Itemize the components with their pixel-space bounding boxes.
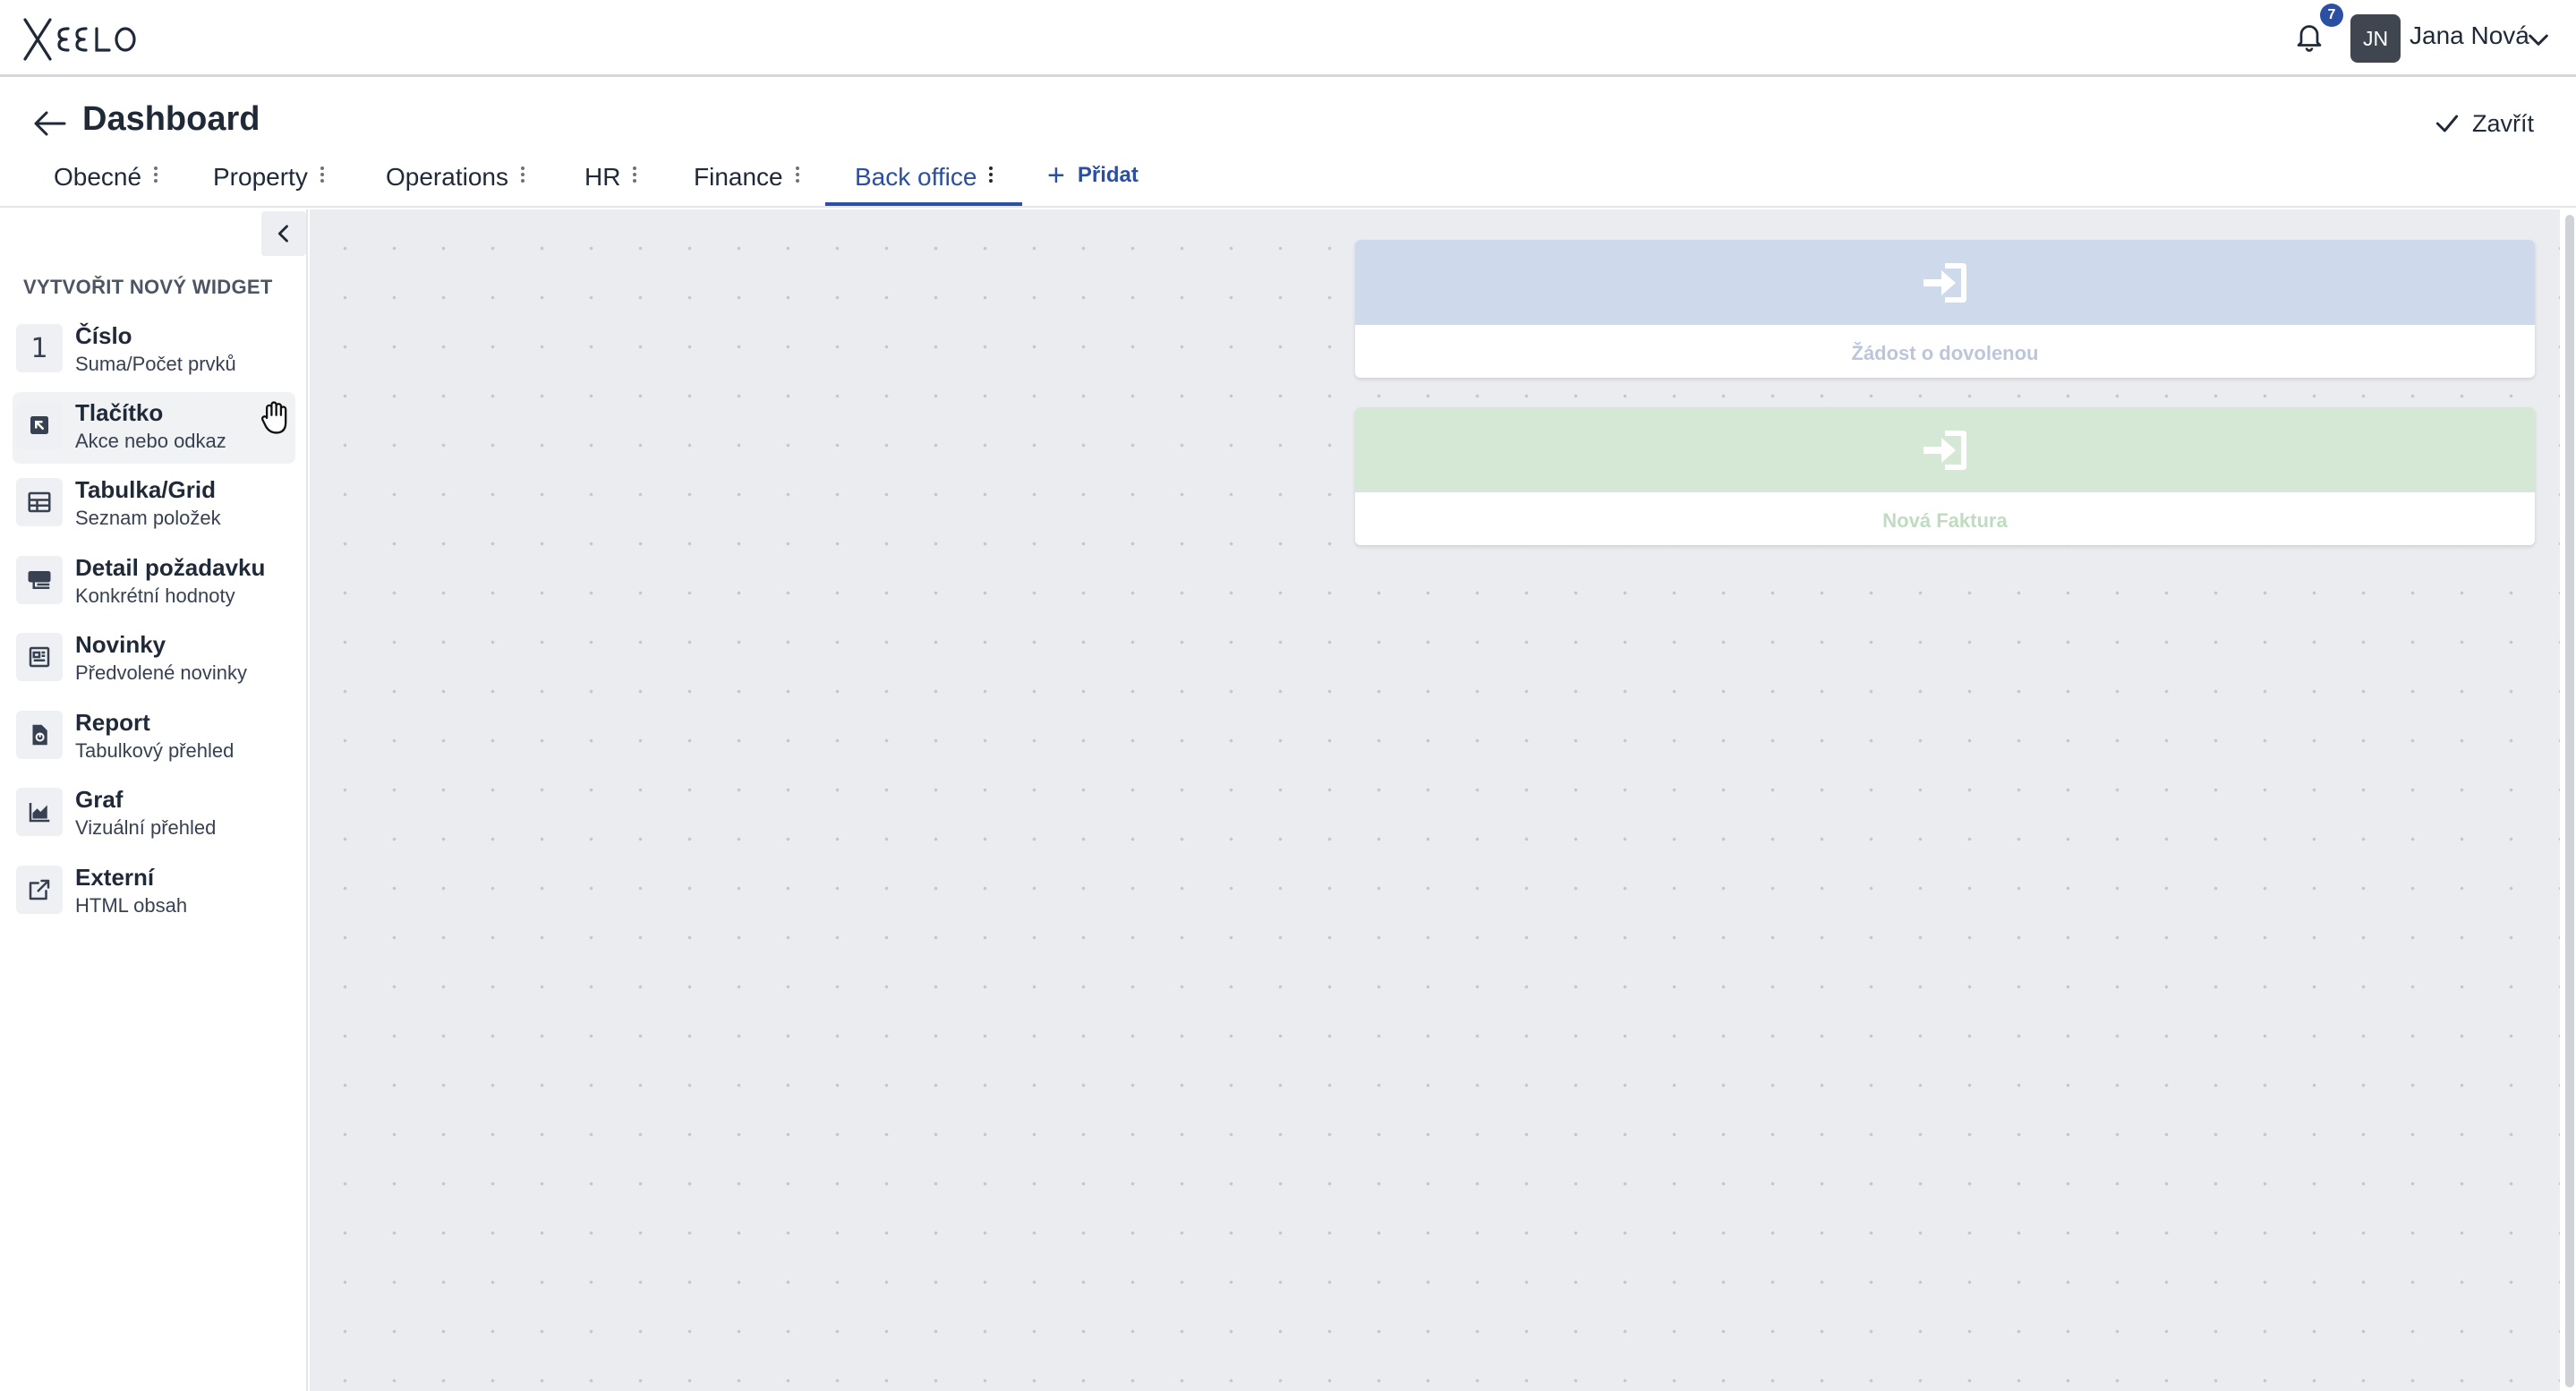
more-vertical-icon[interactable] [320, 163, 328, 186]
dashboard-tabs: Obecné Property Operations HR Finance Ba… [0, 158, 2576, 208]
widget-type-number[interactable]: 1 Číslo Suma/Počet prvků [13, 315, 295, 387]
button-widget-new-invoice[interactable]: Nová Faktura [1355, 407, 2535, 545]
widget-type-subtitle: Konkrétní hodnoty [75, 585, 235, 607]
widget-caption: Nová Faktura [1882, 509, 2008, 532]
button-widget-leave-request[interactable]: Žádost o dovolenou [1355, 240, 2535, 378]
check-icon [2435, 115, 2459, 132]
tab-label: Operations [386, 163, 508, 191]
back-arrow-icon[interactable] [32, 107, 68, 140]
login-arrow-icon [1923, 262, 1966, 303]
login-arrow-icon [1923, 430, 1966, 470]
tab-label: Property [213, 163, 308, 191]
widget-type-name: Externí [75, 864, 155, 891]
widget-type-name: Tlačítko [75, 399, 164, 426]
number-one-icon: 1 [16, 324, 63, 372]
widget-type-external[interactable]: Externí HTML obsah [13, 857, 295, 928]
notification-count-badge: 7 [2320, 4, 2343, 27]
widget-type-table[interactable]: Tabulka/Grid Seznam položek [13, 469, 295, 541]
tab-operations[interactable]: Operations [386, 158, 528, 208]
close-button[interactable]: Zavřít [2433, 106, 2534, 141]
close-button-label: Zavřít [2472, 109, 2535, 137]
xeelo-logo[interactable] [21, 16, 140, 63]
widget-color-band [1355, 407, 2535, 492]
scrollbar-thumb[interactable] [2565, 215, 2574, 1387]
widget-type-name: Tabulka/Grid [75, 476, 216, 503]
more-vertical-icon[interactable] [989, 163, 996, 186]
page-title: Dashboard [82, 100, 260, 138]
widget-type-name: Číslo [75, 322, 132, 349]
more-vertical-icon[interactable] [633, 163, 640, 186]
button-arrow-icon [16, 401, 63, 449]
dashboard-canvas[interactable] [310, 209, 2560, 1391]
user-avatar[interactable]: JN [2350, 14, 2401, 63]
active-tab-indicator [825, 202, 1022, 206]
chart-icon [16, 788, 63, 836]
news-icon [16, 633, 63, 681]
widget-type-name: Report [75, 709, 150, 736]
widget-type-name: Graf [75, 786, 124, 813]
table-icon [16, 478, 63, 526]
widget-type-subtitle: Předvolené novinky [75, 661, 248, 684]
widget-type-chart[interactable]: Graf Vizuální přehled [13, 779, 295, 850]
tab-label: Finance [694, 163, 783, 191]
add-tab-button[interactable]: + Přidat [1047, 158, 1139, 192]
add-tab-label: Přidat [1077, 163, 1139, 187]
widget-caption: Žádost o dovolenou [1851, 342, 2039, 364]
chevron-left-icon [277, 225, 288, 243]
tab-back-office[interactable]: Back office [855, 158, 996, 208]
notification-bell-icon[interactable] [2293, 20, 2329, 55]
more-vertical-icon[interactable] [795, 163, 803, 186]
tab-hr[interactable]: HR [584, 158, 640, 208]
widget-type-report[interactable]: Report Tabulkový přehled [13, 702, 295, 773]
tab-label: Back office [855, 163, 977, 191]
widget-type-request-detail[interactable]: Detail požadavku Konkrétní hodnoty [13, 547, 295, 619]
widget-type-subtitle: HTML obsah [75, 894, 188, 917]
top-bar: 7 JN Jana Nová [0, 0, 2576, 77]
tab-finance[interactable]: Finance [694, 158, 803, 208]
widget-type-news[interactable]: Novinky Předvolené novinky [13, 624, 295, 696]
user-name[interactable]: Jana Nová [2410, 21, 2529, 50]
widget-type-subtitle: Suma/Počet prvků [75, 353, 236, 375]
widget-color-band [1355, 240, 2535, 325]
tab-property[interactable]: Property [213, 158, 328, 208]
widget-type-subtitle: Tabulkový přehled [75, 739, 235, 762]
external-link-icon [16, 866, 63, 914]
tab-obecne[interactable]: Obecné [54, 158, 161, 208]
tab-label: HR [584, 163, 621, 191]
plus-icon: + [1047, 158, 1065, 192]
more-vertical-icon[interactable] [520, 163, 528, 186]
tab-label: Obecné [54, 163, 142, 191]
widget-type-subtitle: Seznam položek [75, 507, 221, 529]
report-icon [16, 711, 63, 759]
chevron-down-icon[interactable] [2524, 25, 2553, 54]
widget-type-subtitle: Akce nebo odkaz [75, 430, 226, 452]
sidebar-section-title: VYTVOŘIT NOVÝ WIDGET [23, 276, 273, 298]
widget-type-name: Detail požadavku [75, 554, 266, 581]
widget-type-button[interactable]: Tlačítko Akce nebo odkaz [13, 392, 295, 464]
grab-cursor-icon [258, 397, 294, 439]
widget-type-subtitle: Vizuální přehled [75, 816, 217, 839]
more-vertical-icon[interactable] [154, 163, 161, 186]
detail-icon [16, 556, 63, 604]
widget-type-name: Novinky [75, 631, 166, 658]
collapse-sidebar-button[interactable] [261, 211, 306, 256]
